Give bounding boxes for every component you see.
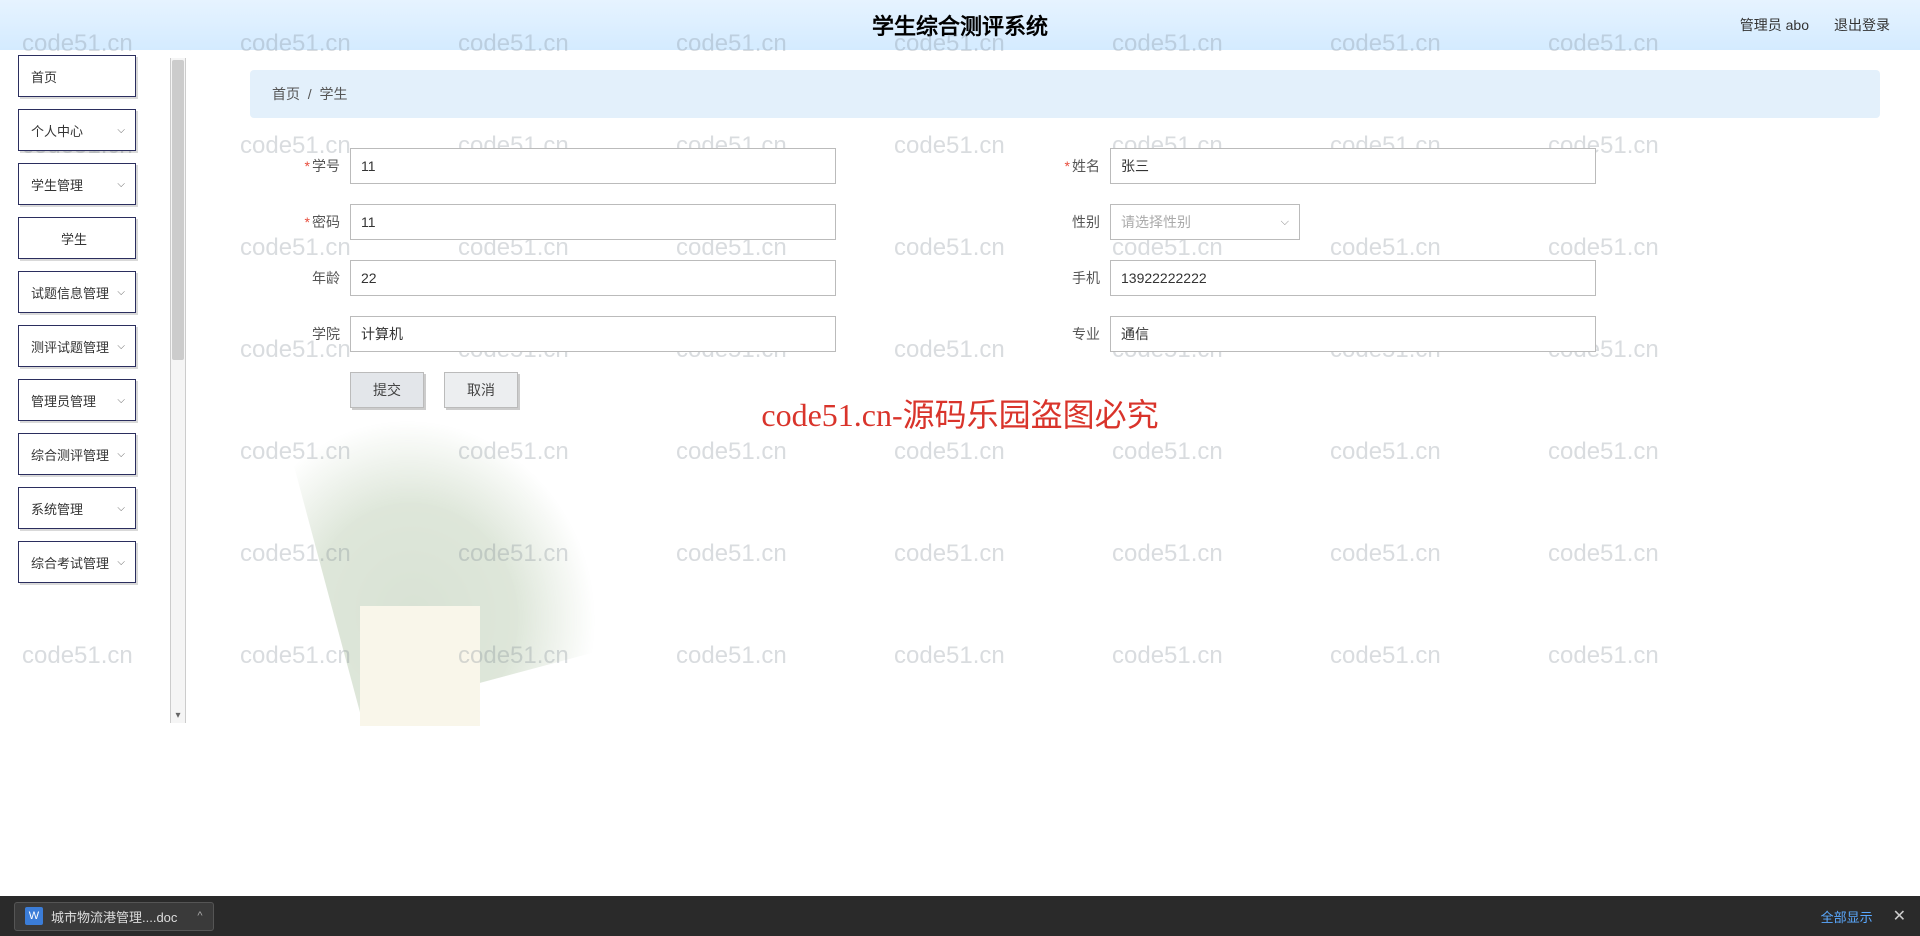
chevron-down-icon: ⌵ — [117, 125, 125, 136]
password-input[interactable] — [350, 204, 836, 240]
admin-label[interactable]: 管理员 abo — [1740, 15, 1809, 35]
main-panel: ▾ 首页 / 学生 *学号 *姓名 — [170, 58, 1900, 723]
chevron-down-icon: ⌵ — [117, 395, 125, 406]
student-id-input[interactable] — [350, 148, 836, 184]
sidebar-item-system-mgmt[interactable]: 系统管理 ⌵ — [18, 487, 136, 529]
major-label: 专业 — [1040, 324, 1100, 344]
college-label: 学院 — [280, 324, 340, 344]
download-item[interactable]: W 城市物流港管理....doc ^ — [14, 902, 214, 931]
chevron-down-icon: ⌵ — [117, 449, 125, 460]
sidebar-label: 综合考试管理 — [31, 553, 109, 572]
student-id-label: *学号 — [280, 156, 340, 176]
chevron-down-icon: ⌵ — [117, 503, 125, 514]
phone-label: 手机 — [1040, 268, 1100, 288]
show-all-downloads[interactable]: 全部显示 — [1821, 907, 1873, 926]
phone-input[interactable] — [1110, 260, 1596, 296]
name-input[interactable] — [1110, 148, 1596, 184]
chevron-down-icon: ⌵ — [117, 287, 125, 298]
sidebar-label: 学生 — [61, 229, 87, 248]
chevron-down-icon: ⌵ — [117, 557, 125, 568]
sidebar-label: 个人中心 — [31, 121, 83, 140]
age-label: 年龄 — [280, 268, 340, 288]
college-input[interactable] — [350, 316, 836, 352]
sidebar-item-admin-mgmt[interactable]: 管理员管理 ⌵ — [18, 379, 136, 421]
download-bar: W 城市物流港管理....doc ^ 全部显示 ✕ — [0, 896, 1920, 936]
submit-button[interactable]: 提交 — [350, 372, 424, 408]
cancel-button[interactable]: 取消 — [444, 372, 518, 408]
sidebar: 首页 个人中心 ⌵ 学生管理 ⌵ 学生 试题信息管理 ⌵ 测评试题管理 ⌵ 管理员管理 ⌵… — [18, 55, 136, 595]
sidebar-item-profile[interactable]: 个人中心 ⌵ — [18, 109, 136, 151]
chevron-down-icon: ⌵ — [117, 341, 125, 352]
logout-link[interactable]: 退出登录 — [1834, 15, 1890, 35]
sidebar-label: 管理员管理 — [31, 391, 96, 410]
sidebar-label: 学生管理 — [31, 175, 83, 194]
sidebar-item-exam-mgmt[interactable]: 综合考试管理 ⌵ — [18, 541, 136, 583]
chevron-up-icon[interactable]: ^ — [197, 910, 202, 922]
gender-select[interactable]: 请选择性别 ⌵ — [1110, 204, 1300, 240]
word-doc-icon: W — [25, 907, 43, 925]
sidebar-label: 试题信息管理 — [31, 283, 109, 302]
breadcrumb: 首页 / 学生 — [250, 70, 1880, 118]
chevron-down-icon: ⌵ — [1281, 216, 1289, 229]
header: 学生综合测评系统 管理员 abo 退出登录 — [0, 0, 1920, 50]
watermark: code51.cn — [22, 642, 133, 670]
sidebar-item-eval-mgmt[interactable]: 综合测评管理 ⌵ — [18, 433, 136, 475]
sidebar-item-student-mgmt[interactable]: 学生管理 ⌵ — [18, 163, 136, 205]
close-icon[interactable]: ✕ — [1893, 906, 1906, 926]
gender-placeholder: 请选择性别 — [1121, 212, 1191, 232]
sidebar-label: 系统管理 — [31, 499, 83, 518]
scrollbar-arrow-down-icon[interactable]: ▾ — [171, 707, 185, 723]
gender-label: 性别 — [1040, 212, 1100, 232]
download-filename: 城市物流港管理....doc — [51, 907, 177, 926]
sidebar-item-student[interactable]: 学生 — [18, 217, 136, 259]
sidebar-label: 测评试题管理 — [31, 337, 109, 356]
chevron-down-icon: ⌵ — [117, 179, 125, 190]
sidebar-label: 首页 — [31, 67, 57, 86]
name-label: *姓名 — [1040, 156, 1100, 176]
password-label: *密码 — [280, 212, 340, 232]
breadcrumb-home[interactable]: 首页 — [272, 86, 300, 102]
sidebar-item-question-mgmt[interactable]: 试题信息管理 ⌵ — [18, 271, 136, 313]
sidebar-item-home[interactable]: 首页 — [18, 55, 136, 97]
major-input[interactable] — [1110, 316, 1596, 352]
sidebar-label: 综合测评管理 — [31, 445, 109, 464]
student-form: *学号 *姓名 *密码 性别 — [250, 148, 1880, 408]
sidebar-item-eval-question-mgmt[interactable]: 测评试题管理 ⌵ — [18, 325, 136, 367]
app-title: 学生综合测评系统 — [872, 9, 1048, 41]
breadcrumb-current: 学生 — [319, 86, 347, 102]
age-input[interactable] — [350, 260, 836, 296]
